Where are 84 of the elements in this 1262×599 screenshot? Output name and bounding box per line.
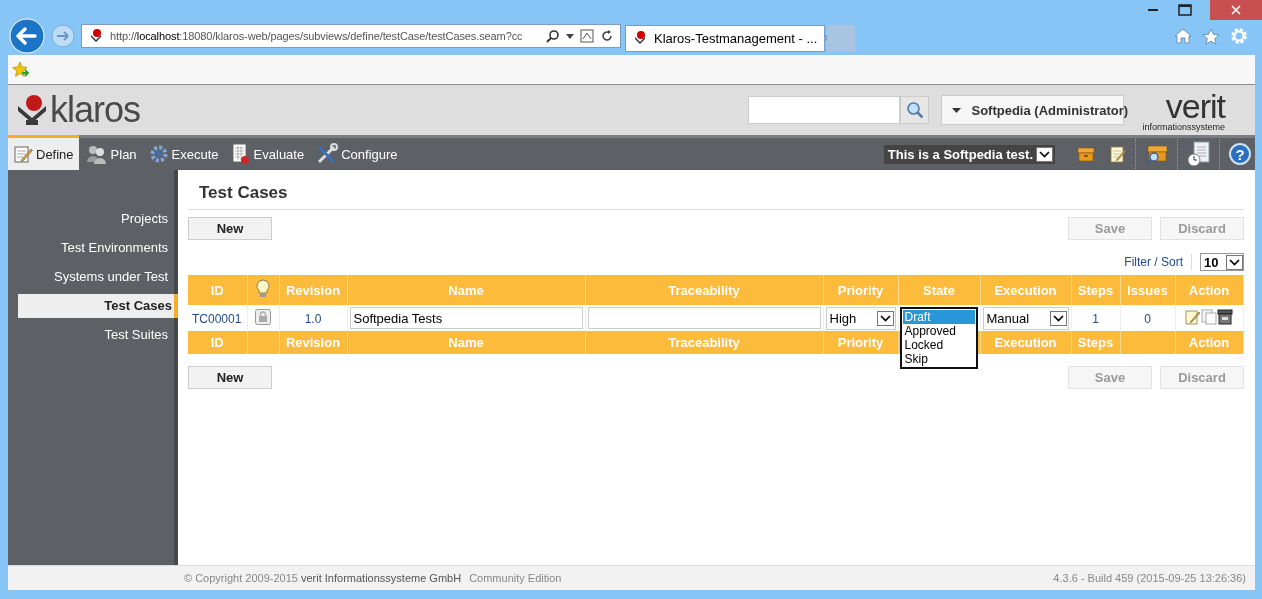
nav-tab[interactable]: Plan: [80, 138, 142, 170]
steps-link[interactable]: 1: [1092, 311, 1099, 326]
test-case-id-link[interactable]: TC00001: [192, 311, 242, 326]
state-option[interactable]: Approved: [902, 324, 975, 338]
state-listbox[interactable]: Draft Approved Locked Skip: [899, 307, 978, 369]
favorites-star-icon[interactable]: [12, 61, 30, 78]
klaros-logo: klaros: [50, 89, 141, 131]
archive-icon[interactable]: [1217, 308, 1233, 325]
project-select[interactable]: This is a Softpedia test.: [883, 144, 1055, 164]
url-text: http://localhost:18080/klaros-web/pages/subviews/define/testCase/testCases.seam?cc: [110, 30, 524, 42]
nav-tab[interactable]: Evaluate: [225, 138, 310, 170]
site-logo-icon: [88, 28, 104, 44]
sidebar-item[interactable]: Test Cases: [18, 294, 178, 318]
lightbulb-icon: [256, 278, 270, 299]
column-footer: Name: [448, 335, 484, 350]
edit-icon[interactable]: [1185, 308, 1201, 325]
people-icon: [85, 144, 108, 164]
revision-link[interactable]: 1.0: [304, 311, 322, 326]
sidebar-item[interactable]: Test Environments: [18, 236, 174, 260]
close-button[interactable]: [1210, 0, 1262, 20]
gear-icon: [148, 144, 169, 164]
column-footer: Traceability: [668, 335, 740, 350]
close-icon: [1231, 5, 1241, 15]
build-text: 4.3.6 - Build 459 (2015-09-25 13:26:36): [1053, 572, 1246, 584]
column-footer: ID: [210, 335, 224, 350]
forward-icon[interactable]: [51, 24, 75, 48]
nav-tab[interactable]: Configure: [311, 138, 403, 170]
action-button[interactable]: New: [188, 366, 272, 389]
nav-tab[interactable]: Define: [8, 135, 79, 170]
vendor-logo: verit: [1165, 88, 1225, 123]
compatibility-icon[interactable]: [580, 29, 594, 43]
priority-select[interactable]: High: [825, 306, 896, 330]
sidebar-item[interactable]: Projects: [18, 207, 174, 231]
site-logo-icon: [632, 30, 648, 46]
caret-icon: [952, 107, 962, 113]
state-option[interactable]: Draft: [902, 310, 975, 324]
edition-text: Community Edition: [469, 572, 562, 584]
chevron-icon: [1039, 150, 1050, 158]
search-button[interactable]: [900, 96, 930, 124]
lock-icon[interactable]: [255, 308, 271, 325]
document-clock-icon[interactable]: [1187, 141, 1211, 167]
chevron-icon: [1229, 258, 1240, 266]
maximize-icon[interactable]: [1178, 4, 1192, 16]
search-icon: [905, 101, 924, 119]
chevron-icon: [879, 314, 891, 322]
sidebar-item[interactable]: Test Suites: [18, 323, 174, 347]
column-footer: Action: [1188, 335, 1230, 350]
minimize-icon[interactable]: [1148, 8, 1160, 12]
back-icon[interactable]: [9, 18, 45, 54]
home-icon[interactable]: [1174, 28, 1192, 44]
address-bar[interactable]: http://localhost:18080/klaros-web/pages/subviews/define/testCase/testCases.seam?cc: [81, 24, 621, 48]
settings-icon[interactable]: [1230, 27, 1248, 45]
execution-select[interactable]: Manual: [982, 306, 1069, 330]
state-option[interactable]: Skip: [902, 352, 975, 366]
chart-document-icon: [230, 143, 251, 165]
help-button[interactable]: ?: [1229, 143, 1251, 165]
column-footer: Priority: [837, 335, 884, 350]
search-icon[interactable]: [546, 29, 560, 43]
box-search-icon[interactable]: [1145, 143, 1169, 165]
chevron-icon: [1052, 314, 1064, 322]
nav-tab[interactable]: Execute: [143, 138, 224, 170]
column-footer: Execution: [994, 335, 1057, 350]
column-footer: Steps: [1077, 335, 1114, 350]
notepad-icon: [13, 144, 33, 164]
notepad-icon[interactable]: [1109, 145, 1127, 163]
sidebar-item[interactable]: Systems under Test: [18, 265, 174, 289]
copyright-text: © Copyright 2009-2015 verit Informationssysteme GmbH: [184, 572, 462, 584]
state-option[interactable]: Locked: [902, 338, 975, 352]
traceability-field[interactable]: [587, 307, 821, 329]
vendor-tagline: informationssysteme: [1142, 122, 1225, 132]
klaros-logo-icon: [16, 94, 48, 126]
filter-sort-link[interactable]: Filter / Sort: [1124, 255, 1183, 269]
page-size-select[interactable]: 10: [1200, 253, 1244, 271]
page-title: Test Cases: [188, 170, 1244, 210]
archive-box-icon[interactable]: [1077, 146, 1095, 162]
search-field[interactable]: [748, 96, 901, 124]
caret-icon[interactable]: [566, 33, 574, 39]
issues-link[interactable]: 0: [1144, 311, 1151, 326]
tools-icon: [316, 143, 339, 165]
action-button[interactable]: New: [188, 217, 272, 240]
column-footer: Revision: [285, 335, 341, 350]
star-icon[interactable]: [1202, 27, 1220, 45]
refresh-icon[interactable]: [600, 29, 614, 43]
name-field[interactable]: Softpedia Tests: [349, 307, 583, 329]
